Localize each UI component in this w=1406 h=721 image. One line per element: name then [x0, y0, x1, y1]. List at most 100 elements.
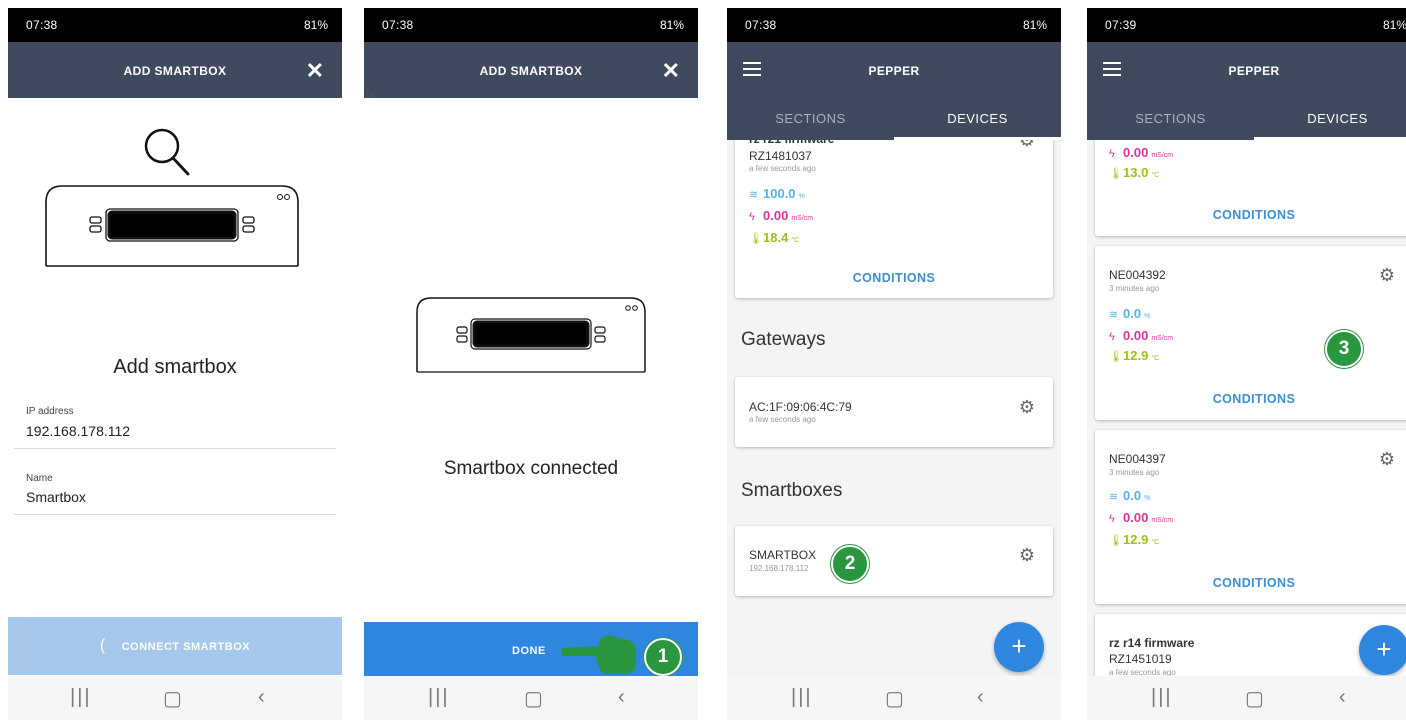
status-battery: 81%	[1022, 18, 1047, 32]
close-icon[interactable]: ✕	[662, 58, 680, 84]
humidity-reading: ≋ 100.0%	[749, 186, 805, 201]
temp-value: 12.9	[1123, 348, 1149, 363]
add-fab-button[interactable]: +	[994, 622, 1044, 672]
page-title: ADD SMARTBOX	[479, 64, 583, 78]
step-1-badge: 1	[644, 638, 682, 676]
back-icon[interactable]: ‹	[258, 686, 265, 709]
temp-value: 18.4	[763, 230, 789, 245]
humidity-icon: ≋	[1109, 309, 1119, 321]
recent-apps-icon[interactable]: |||	[791, 686, 813, 709]
status-time: 07:38	[745, 18, 777, 32]
humidity-value: 0.0	[1123, 306, 1142, 321]
device-time: 3 minutes ago	[1109, 468, 1160, 477]
conditions-button[interactable]: CONDITIONS	[1095, 392, 1406, 406]
ec-value: 0.00	[1123, 328, 1149, 343]
page-title: ADD SMARTBOX	[123, 64, 227, 78]
tab-bar: SECTIONS DEVICES	[727, 98, 1061, 140]
recent-apps-icon[interactable]: |||	[428, 686, 450, 709]
page-title: PEPPER	[1228, 64, 1280, 78]
ec-reading: ϟ 0.00 mS/cm	[749, 208, 813, 223]
name-field[interactable]: Smartbox	[26, 489, 86, 505]
gateways-heading: Gateways	[741, 329, 826, 350]
ec-value: 0.00	[763, 208, 789, 223]
tab-devices[interactable]: DEVICES	[894, 98, 1061, 140]
gear-icon[interactable]: ⚙	[1019, 545, 1035, 566]
back-icon[interactable]: ‹	[618, 686, 625, 709]
thermometer-icon: 🌡	[749, 233, 763, 245]
humidity-reading: ≋ 0.0%	[1109, 488, 1150, 503]
thermometer-icon: 🌡	[1109, 168, 1123, 180]
temperature-reading: 🌡13.0 °C	[1109, 165, 1159, 180]
status-battery: 81%	[659, 18, 684, 32]
system-nav-bar: ||| ▢ ‹	[1087, 676, 1406, 720]
ec-value: 0.00	[1123, 145, 1149, 160]
back-icon[interactable]: ‹	[977, 686, 984, 709]
app-bar: PEPPER SECTIONS DEVICES	[1087, 42, 1406, 140]
conditions-button[interactable]: CONDITIONS	[1095, 208, 1406, 222]
add-smartbox-heading: Add smartbox	[113, 356, 237, 378]
ec-unit: mS/cm	[1151, 335, 1174, 342]
back-icon[interactable]: ‹	[1339, 686, 1346, 709]
device-card: NE004397 3 minutes ago ⚙ ≋ 0.0% ϟ 0.00 mS/c…	[1095, 430, 1406, 604]
screen-pepper-devices-list: ϟ 0.00 mS/cm 🌡13.0 °C CONDITIONS NE004392 3…	[1087, 8, 1406, 720]
divider	[14, 514, 336, 515]
connect-smartbox-button[interactable]: (CONNECT SMARTBOX	[8, 617, 342, 675]
home-icon[interactable]: ▢	[885, 686, 904, 711]
device-card: NE004392 3 minutes ago ⚙ ≋ 0.0% ϟ 0.00 mS/c…	[1095, 246, 1406, 420]
ip-address-field[interactable]: 192.168.178.112	[26, 423, 130, 439]
device-time: 3 minutes ago	[1109, 284, 1160, 293]
gear-icon[interactable]: ⚙	[1379, 265, 1395, 286]
spinner-icon: (	[99, 637, 106, 654]
device-serial: RZ1451019	[1109, 652, 1172, 666]
ec-unit: mS/cm	[791, 215, 814, 222]
home-icon[interactable]: ▢	[163, 686, 182, 711]
gateway-card[interactable]: AC:1F:09:06:4C:79 a few seconds ago ⚙	[735, 377, 1053, 447]
lightning-icon: ϟ	[749, 211, 755, 223]
tab-devices[interactable]: DEVICES	[1254, 98, 1406, 140]
temp-unit: °C	[1151, 172, 1160, 179]
ec-unit: mS/cm	[1151, 152, 1174, 159]
temp-unit: °C	[1151, 355, 1160, 362]
tab-sections[interactable]: SECTIONS	[727, 98, 894, 140]
humidity-reading: ≋ 0.0%	[1109, 306, 1150, 321]
ec-unit: mS/cm	[1151, 517, 1174, 524]
ec-value: 0.00	[1123, 510, 1149, 525]
lightning-icon: ϟ	[1109, 148, 1115, 160]
gear-icon[interactable]: ⚙	[1019, 397, 1035, 418]
name-label: Name	[26, 473, 53, 484]
add-fab-button[interactable]: +	[1359, 625, 1406, 675]
temperature-reading: 🌡12.9 °C	[1109, 348, 1159, 363]
lightning-icon: ϟ	[1109, 513, 1115, 525]
connected-message: Smartbox connected	[443, 458, 619, 479]
done-label: DONE	[512, 645, 546, 657]
tab-sections[interactable]: SECTIONS	[1087, 98, 1254, 140]
humidity-unit: %	[798, 193, 805, 200]
status-bar: 07:39 81%	[1087, 8, 1406, 42]
conditions-button[interactable]: CONDITIONS	[735, 271, 1053, 285]
gear-icon[interactable]: ⚙	[1379, 449, 1395, 470]
system-nav-bar: ||| ▢ ‹	[727, 676, 1061, 720]
status-time: 07:38	[382, 18, 414, 32]
recent-apps-icon[interactable]: |||	[1151, 686, 1173, 709]
recent-apps-icon[interactable]: |||	[70, 686, 92, 709]
status-bar: 07:38 81%	[364, 8, 698, 42]
home-icon[interactable]: ▢	[1245, 686, 1264, 711]
ec-reading: ϟ 0.00 mS/cm	[1109, 145, 1173, 160]
smartbox-card[interactable]: SMARTBOX 192.168.178.112 ⚙	[735, 526, 1053, 596]
conditions-button[interactable]: CONDITIONS	[1095, 576, 1406, 590]
step-2-badge: 2	[831, 545, 869, 583]
close-icon[interactable]: ✕	[306, 58, 324, 84]
humidity-value: 100.0	[763, 186, 796, 201]
status-time: 07:39	[1105, 18, 1137, 32]
temperature-reading: 🌡18.4 °C	[749, 230, 799, 245]
app-bar: PEPPER SECTIONS DEVICES	[727, 42, 1061, 140]
humidity-unit: %	[1144, 495, 1151, 502]
home-icon[interactable]: ▢	[524, 686, 543, 711]
screen-smartbox-connected: 07:38 81% ADD SMARTBOX ✕ /> Smartbox con…	[364, 8, 698, 720]
device-name: NE004397	[1109, 452, 1166, 466]
tab-bar: SECTIONS DEVICES	[1087, 98, 1406, 140]
smartbox-name: SMARTBOX	[749, 548, 817, 562]
tab-indicator	[894, 137, 1061, 140]
smartbox-device-illustration	[416, 297, 646, 373]
status-bar: 07:38 81%	[8, 8, 342, 42]
